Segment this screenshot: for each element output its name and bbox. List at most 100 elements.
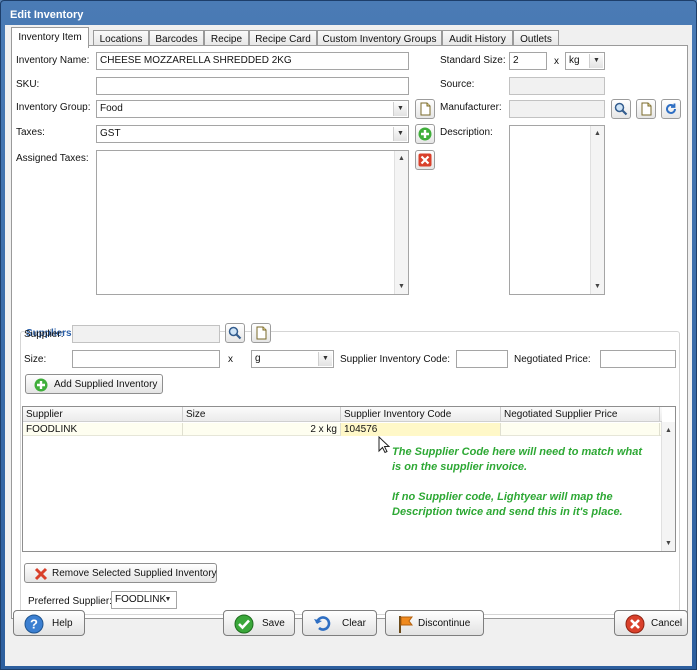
supplier-label: Supplier: [24,329,64,340]
assigned-taxes-list[interactable]: ▲ ▼ [96,150,409,295]
add-supplied-inventory-button[interactable]: Add Supplied Inventory [25,374,163,394]
grid-cell-size[interactable]: 2 x kg [183,423,341,436]
preferred-supplier-label: Preferred Supplier: [28,596,112,607]
grid-cell-code[interactable]: 104576 [341,423,501,436]
manufacturer-label: Manufacturer: [440,102,502,113]
annotation-line-3: If no Supplier code, Lightyear will map … [392,491,613,503]
checkmark-icon [234,614,254,634]
clear-button[interactable]: Clear [302,610,377,636]
scroll-down-icon[interactable]: ▼ [591,280,604,293]
description-textarea[interactable]: ▲ ▼ [509,125,605,295]
cancel-label: Cancel [651,618,683,629]
chevron-down-icon[interactable]: ▼ [161,593,175,607]
refresh-manufacturer-button[interactable] [661,99,681,119]
grid-cell-price[interactable] [501,423,660,436]
delete-x-icon [34,567,48,581]
inventory-name-input[interactable]: CHEESE MOZZARELLA SHREDDED 2KG [96,52,409,70]
save-label: Save [262,618,285,629]
discontinue-label: Discontinue [418,618,471,629]
chevron-down-icon[interactable]: ▼ [318,352,332,366]
scroll-up-icon[interactable]: ▲ [395,152,408,165]
scroll-up-icon[interactable]: ▲ [662,424,675,437]
preferred-supplier-select[interactable]: FOODLINK ▼ [111,591,177,609]
mouse-cursor-icon [378,436,390,454]
svg-text:?: ? [30,617,38,632]
save-button[interactable]: Save [223,610,295,636]
grid-cell-supplier[interactable]: FOODLINK [23,423,183,436]
discontinue-button[interactable]: Discontinue [385,610,484,636]
source-input [509,77,605,95]
annotation-line-2: is on the supplier invoice. [392,461,528,473]
add-tax-button[interactable] [415,124,435,144]
supplier-size-label: Size: [24,354,47,365]
help-button[interactable]: ? Help [13,610,85,636]
standard-size-input[interactable]: 2 [509,52,547,70]
supplier-unit-select[interactable]: g ▼ [251,350,334,368]
undo-icon [314,616,331,631]
supplied-inventory-grid[interactable]: Supplier Size Supplier Inventory Code Ne… [22,406,676,552]
negotiated-price-label: Negotiated Price: [514,354,591,365]
annotation-line-1: The Supplier Code here will need to matc… [392,446,642,458]
window-client: Inventory Item Locations Barcodes Recipe… [5,25,692,666]
grid-header-code[interactable]: Supplier Inventory Code [341,407,501,422]
help-icon: ? [24,614,44,634]
standard-size-x: x [554,56,559,67]
description-label: Description: [440,127,493,138]
standard-unit-value: kg [569,55,580,66]
assigned-taxes-label: Assigned Taxes: [16,153,89,164]
grid-header-supplier[interactable]: Supplier [23,407,183,422]
new-group-button[interactable] [415,99,435,119]
supplier-size-x: x [228,354,233,365]
new-supplier-button[interactable] [251,323,271,343]
supplier-input[interactable] [72,325,220,343]
description-scrollbar[interactable]: ▲ ▼ [590,126,604,294]
scroll-down-icon[interactable]: ▼ [395,280,408,293]
inventory-group-select[interactable]: Food ▼ [96,100,409,118]
search-icon [228,326,242,340]
standard-unit-select[interactable]: kg ▼ [565,52,605,70]
taxes-select[interactable]: GST ▼ [96,125,409,143]
remove-supplied-inventory-button[interactable]: Remove Selected Supplied Inventory [24,563,217,583]
table-row[interactable]: FOODLINK 2 x kg 104576 [23,423,662,436]
chevron-down-icon[interactable]: ▼ [393,127,407,141]
scroll-up-icon[interactable]: ▲ [591,127,604,140]
supplier-code-input[interactable] [456,350,508,368]
new-document-icon [641,102,652,116]
search-icon [614,102,628,116]
cancel-icon [625,614,645,634]
supplier-unit-value: g [255,353,261,364]
annotation-line-4: Description twice and send this in it's … [392,506,623,518]
refresh-icon [666,103,676,114]
delete-x-icon [418,153,432,167]
scroll-down-icon[interactable]: ▼ [662,537,675,550]
new-manufacturer-button[interactable] [636,99,656,119]
chevron-down-icon[interactable]: ▼ [589,54,603,68]
window-title: Edit Inventory [10,9,84,21]
search-manufacturer-button[interactable] [611,99,631,119]
cancel-button[interactable]: Cancel [614,610,688,636]
edit-inventory-window: Edit Inventory Inventory Item Locations … [0,0,697,670]
supplier-code-label: Supplier Inventory Code: [340,354,451,365]
search-supplier-button[interactable] [225,323,245,343]
grid-header-price[interactable]: Negotiated Supplier Price [501,407,660,422]
grid-header-size[interactable]: Size [183,407,341,422]
grid-header: Supplier Size Supplier Inventory Code Ne… [23,407,662,422]
negotiated-price-input[interactable] [600,350,676,368]
sku-input[interactable] [96,77,409,95]
preferred-supplier-value: FOODLINK [115,594,167,605]
supplier-size-input[interactable] [72,350,220,368]
standard-size-label: Standard Size: [440,55,506,66]
clear-label: Clear [342,618,366,629]
grid-scrollbar[interactable]: ▲ ▼ [661,422,675,551]
plus-icon [418,127,432,141]
remove-tax-button[interactable] [415,150,435,170]
flag-icon [399,616,413,633]
chevron-down-icon[interactable]: ▼ [393,102,407,116]
new-document-icon [420,102,431,116]
tab-inventory-item[interactable]: Inventory Item [11,27,89,48]
manufacturer-input[interactable] [509,100,605,118]
plus-icon [34,378,48,392]
assigned-taxes-scrollbar[interactable]: ▲ ▼ [394,151,408,294]
taxes-label: Taxes: [16,127,45,138]
remove-supplied-inventory-label: Remove Selected Supplied Inventory [52,568,217,579]
